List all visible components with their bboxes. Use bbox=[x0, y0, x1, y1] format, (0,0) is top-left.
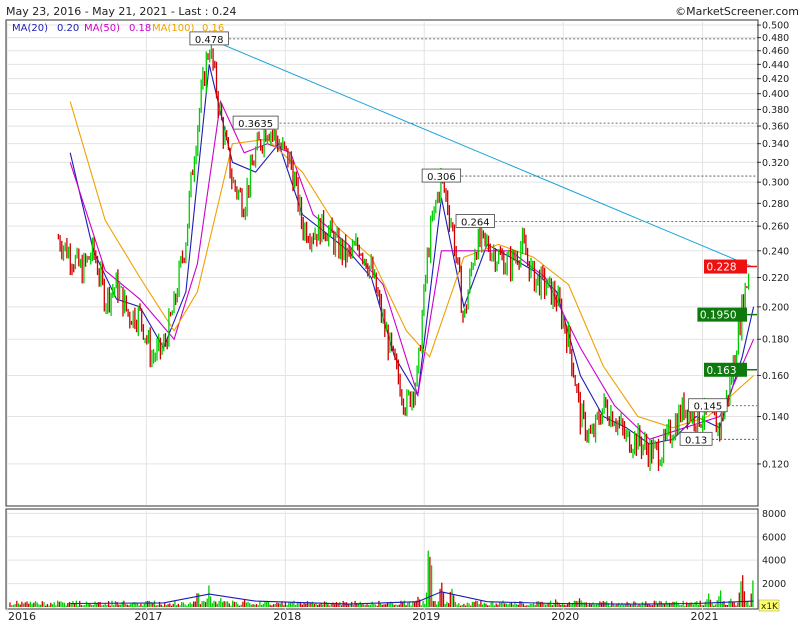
price-tick-label: 0.320 bbox=[762, 158, 789, 169]
year-tick-label: 2020 bbox=[551, 610, 579, 623]
volume-tick-label: 8000 bbox=[762, 509, 786, 520]
legend-ma20-label: MA(20) bbox=[12, 23, 48, 34]
price-tick-label: 0.400 bbox=[762, 89, 789, 100]
price-tick-label: 0.180 bbox=[762, 335, 789, 346]
volume-tick-label: 4000 bbox=[762, 556, 786, 567]
volume-tick-label: 6000 bbox=[762, 532, 786, 543]
legend-ma50-value: 0.18 bbox=[129, 23, 151, 34]
price-tick-label: 0.160 bbox=[762, 371, 789, 382]
volume-panel-frame bbox=[5, 508, 759, 610]
price-tick-label: 0.420 bbox=[762, 74, 789, 85]
flag-label: 0.163 bbox=[706, 365, 736, 377]
legend-ma20-value: 0.20 bbox=[57, 23, 79, 34]
price-tick-label: 0.260 bbox=[762, 222, 789, 233]
chart-header-range: May 23, 2016 - May 21, 2021 - Last : 0.2… bbox=[6, 5, 236, 18]
price-tick-label: 0.120 bbox=[762, 459, 789, 470]
legend-ma100-label: MA(100) bbox=[152, 23, 194, 34]
price-tick-label: 0.340 bbox=[762, 139, 789, 150]
volume-unit-label: x1K bbox=[761, 602, 779, 612]
year-tick-label: 2019 bbox=[412, 610, 440, 623]
legend-ma100-value: 0.16 bbox=[202, 23, 224, 34]
year-tick-label: 2021 bbox=[691, 610, 719, 623]
chart-stage: 0.120 0.140 0.160 0.180 0.200 0.220 0.240 0.260… bbox=[0, 0, 805, 630]
price-tick-label: 0.280 bbox=[762, 199, 789, 210]
annotation-label: 0.478 bbox=[195, 35, 224, 46]
price-tick-label: 0.380 bbox=[762, 105, 789, 116]
price-tick-label: 0.500 bbox=[762, 21, 789, 32]
price-tick-label: 0.140 bbox=[762, 412, 789, 423]
flag-label: 0.1950 bbox=[700, 310, 737, 322]
price-tick-label: 0.440 bbox=[762, 60, 789, 71]
annotation-label: 0.264 bbox=[461, 217, 490, 228]
price-tick-label: 0.220 bbox=[762, 273, 789, 284]
annotation-label: 0.306 bbox=[427, 172, 456, 183]
year-tick-label: 2017 bbox=[134, 610, 162, 623]
price-tick-label: 0.300 bbox=[762, 178, 789, 189]
annotation-label: 0.3635 bbox=[238, 119, 273, 130]
price-tick-label: 0.480 bbox=[762, 33, 789, 44]
price-tick-label: 0.360 bbox=[762, 122, 789, 133]
year-tick-label: 2016 bbox=[8, 610, 36, 623]
copyright-text: ©MarketScreener.com bbox=[675, 5, 799, 18]
year-tick-label: 2018 bbox=[273, 610, 301, 623]
annotation-label: 0.13 bbox=[685, 435, 707, 446]
volume-tick-label: 2000 bbox=[762, 579, 786, 590]
chart-svg: 0.120 0.140 0.160 0.180 0.200 0.220 0.240 0.260… bbox=[5, 5, 799, 623]
price-tick-label: 0.240 bbox=[762, 246, 789, 257]
flag-label: 0.228 bbox=[706, 262, 736, 274]
legend-ma50-label: MA(50) bbox=[84, 23, 120, 34]
price-tick-label: 0.200 bbox=[762, 302, 789, 313]
price-tick-label: 0.460 bbox=[762, 46, 789, 57]
annotation-label: 0.145 bbox=[694, 402, 723, 413]
